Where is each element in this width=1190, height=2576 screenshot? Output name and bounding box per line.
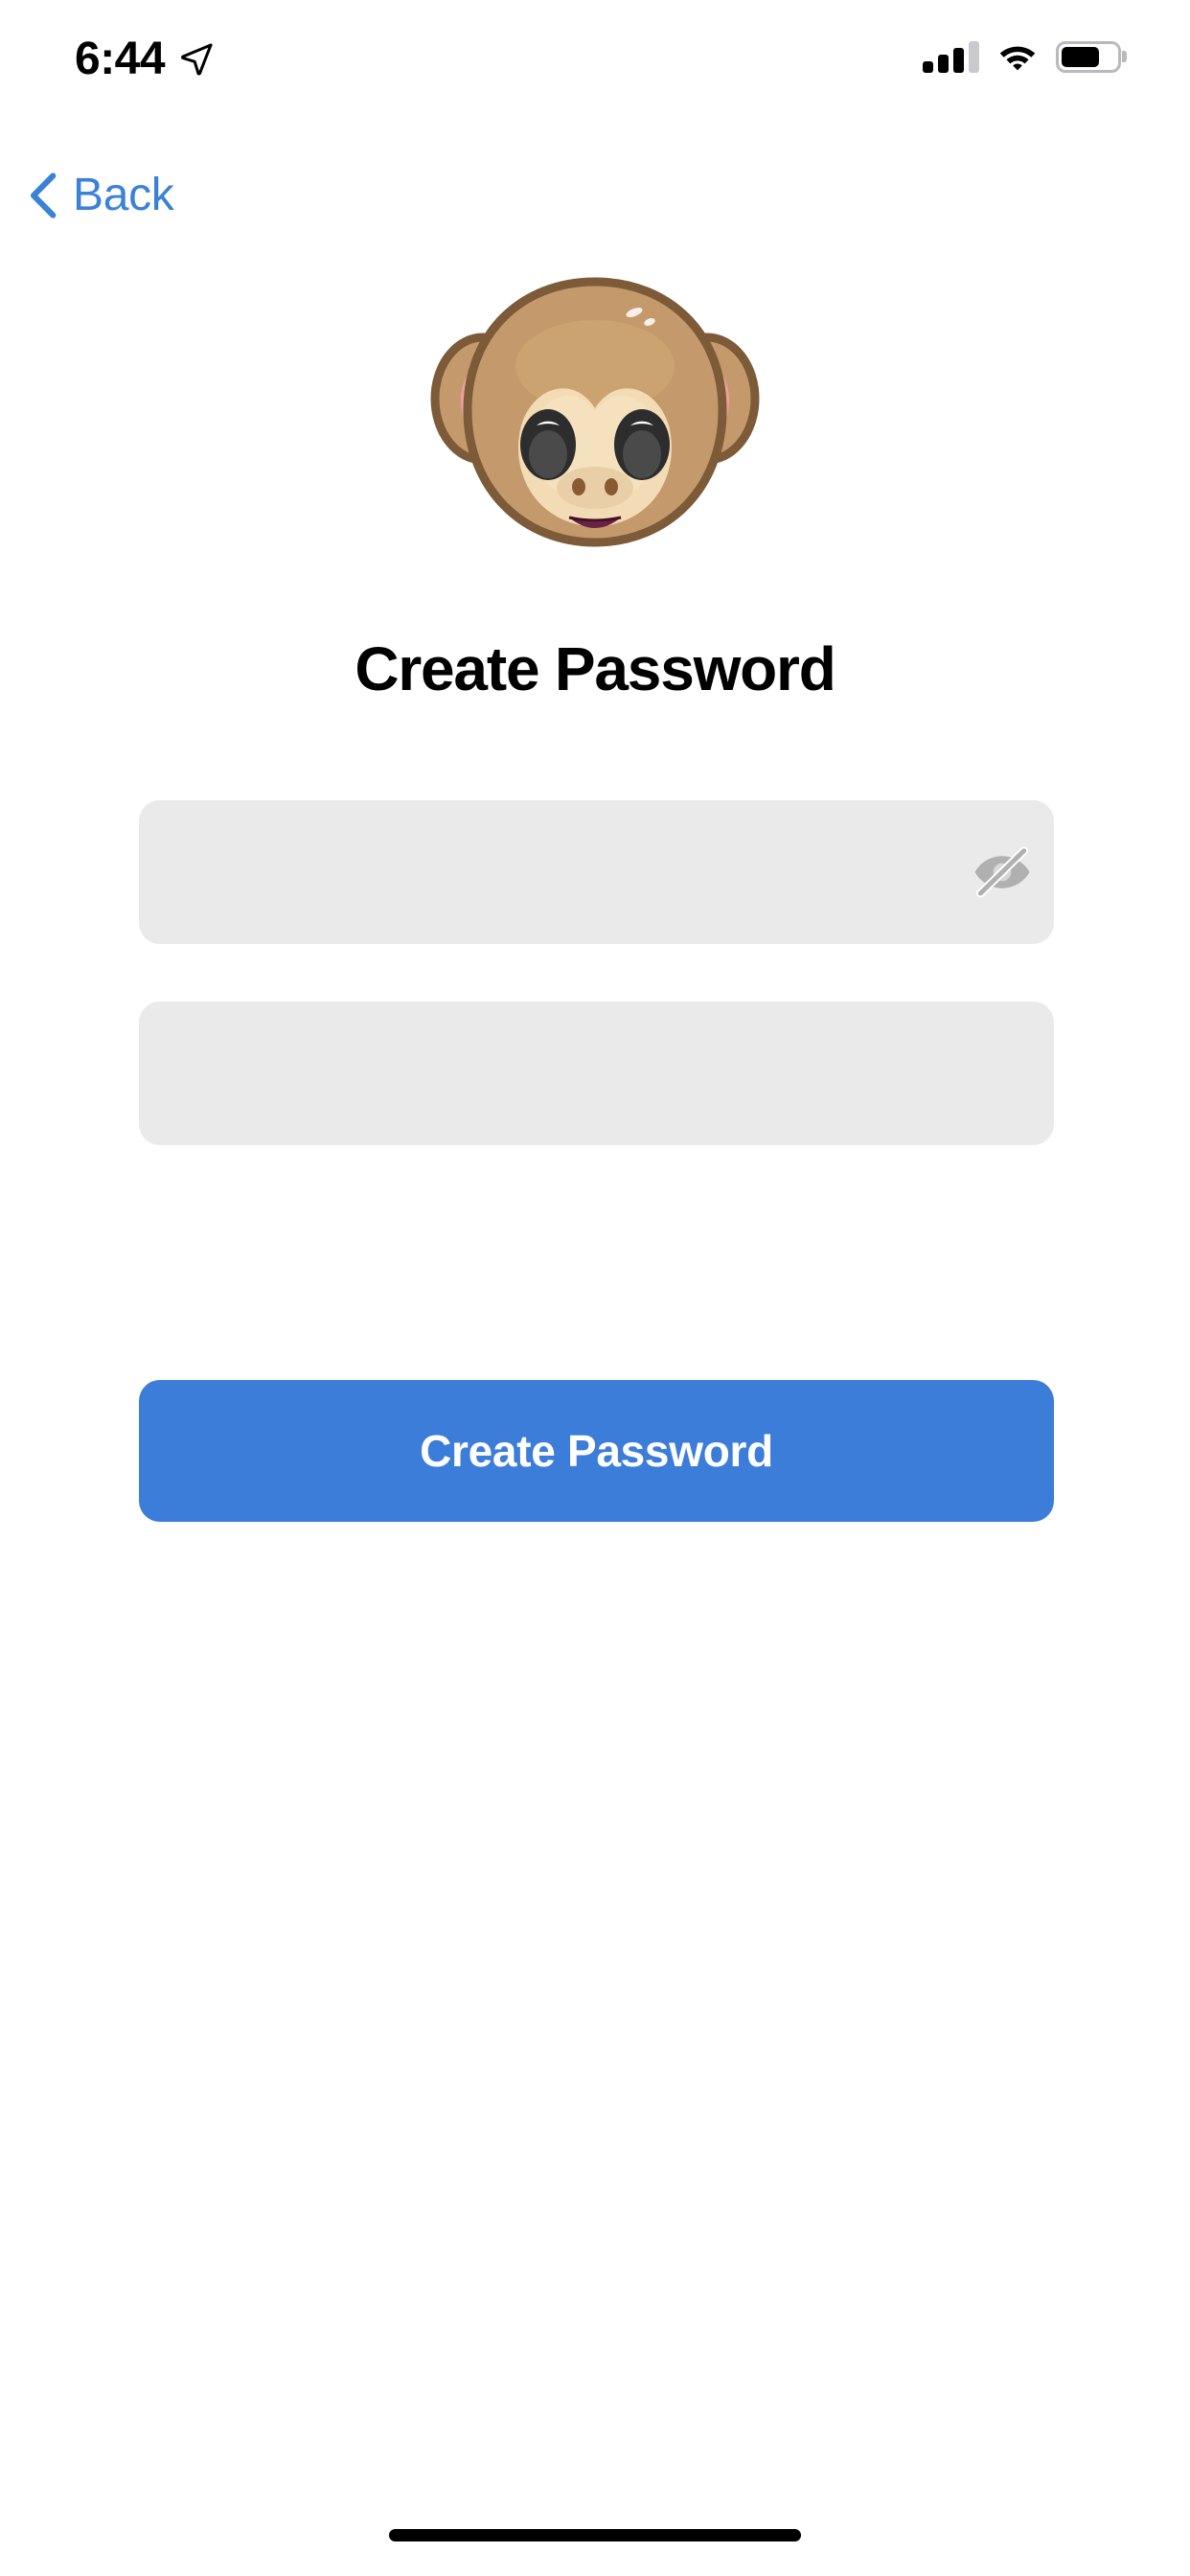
chevron-left-icon — [30, 172, 57, 218]
password-visibility-toggle[interactable] — [950, 800, 1054, 944]
create-password-button[interactable]: Create Password — [139, 1380, 1054, 1522]
back-button[interactable]: Back — [10, 163, 192, 228]
hero-emoji — [0, 266, 1190, 560]
confirm-password-field[interactable] — [139, 1001, 1054, 1145]
app-screen: 6:44 Back Create Password Create Passwor… — [0, 0, 1190, 2576]
home-indicator[interactable] — [389, 2529, 801, 2542]
status-bar-right — [923, 40, 1121, 73]
status-bar: 6:44 — [0, 0, 1190, 134]
cellular-signal-icon — [923, 40, 979, 73]
battery-icon — [1056, 40, 1121, 73]
status-bar-left: 6:44 — [75, 36, 215, 82]
monkey-face-emoji — [430, 277, 760, 547]
confirm-password-input[interactable] — [139, 1001, 1054, 1145]
page-title: Create Password — [355, 634, 836, 703]
password-input[interactable] — [139, 800, 950, 944]
password-field[interactable] — [139, 800, 1054, 944]
eye-off-icon — [974, 846, 1030, 898]
location-arrow-icon — [181, 43, 213, 76]
status-bar-clock: 6:44 — [75, 34, 166, 84]
wifi-icon — [999, 46, 1036, 71]
back-button-label: Back — [73, 170, 174, 220]
